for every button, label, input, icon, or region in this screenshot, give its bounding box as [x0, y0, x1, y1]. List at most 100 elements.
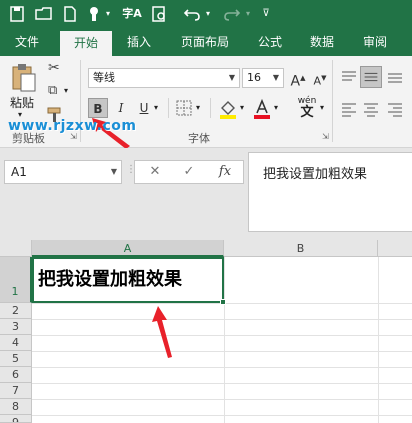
ribbon-separator: [332, 60, 333, 142]
chevron-down-icon: ▼: [272, 73, 280, 82]
fill-handle[interactable]: [220, 299, 226, 305]
font-color-icon[interactable]: [252, 98, 272, 120]
font-launcher-icon[interactable]: ⇲: [322, 132, 329, 141]
column-header-b[interactable]: B: [224, 240, 378, 257]
bold-button[interactable]: B: [88, 98, 108, 118]
column-header-a[interactable]: A: [32, 240, 224, 257]
font-group-label: 字体: [188, 132, 210, 145]
row-header-2[interactable]: 2: [0, 303, 32, 319]
undo-dropdown-icon[interactable]: ▾: [204, 4, 212, 24]
row-header-6[interactable]: 6: [0, 367, 32, 383]
gridline: [32, 319, 412, 320]
font-color-dropdown-icon[interactable]: ▾: [274, 103, 278, 112]
grow-font-button[interactable]: A▲: [288, 68, 308, 90]
cancel-icon[interactable]: ✕: [143, 161, 167, 183]
name-box-value: A1: [11, 165, 27, 179]
column-header-row: A B: [0, 240, 412, 257]
fill-color-icon[interactable]: [218, 98, 238, 120]
borders-icon[interactable]: [176, 100, 192, 116]
customize-qat-icon[interactable]: ⊽: [260, 4, 272, 24]
row-header-5[interactable]: 5: [0, 351, 32, 367]
italic-button[interactable]: I: [111, 98, 131, 118]
ribbon-separator: [168, 98, 169, 118]
spelling-icon[interactable]: 字A: [120, 4, 144, 24]
tab-formulas[interactable]: 公式: [248, 28, 292, 56]
shrink-font-label: A: [313, 74, 322, 88]
enter-icon[interactable]: ✓: [177, 161, 201, 183]
underline-dropdown-icon[interactable]: ▾: [154, 103, 158, 112]
align-left-icon[interactable]: [340, 100, 358, 118]
ribbon-home: 粘贴 ▾ ✂ ⧉ ▾ 剪贴板 ⇲ 等线 ▼ 16 ▼ A▲ A▼ B I U ▾…: [0, 56, 412, 149]
save-icon[interactable]: [8, 4, 26, 24]
select-all-corner[interactable]: [0, 240, 32, 257]
worksheet-grid[interactable]: A B 1 2 3 4 5 6 7 8 9 把我设置加粗效果: [0, 240, 412, 423]
folder-open-icon[interactable]: [34, 4, 54, 24]
gridline: [32, 367, 412, 368]
tab-page-layout[interactable]: 页面布局: [172, 28, 238, 56]
align-right-icon[interactable]: [386, 100, 404, 118]
underline-label: U: [139, 101, 149, 115]
row-header-4[interactable]: 4: [0, 335, 32, 351]
paste-icon[interactable]: [10, 62, 38, 94]
copy-icon[interactable]: ⧉: [48, 83, 57, 98]
tab-data[interactable]: 数据: [300, 28, 344, 56]
chevron-down-icon: ▼: [228, 73, 236, 82]
new-file-icon[interactable]: [62, 4, 78, 24]
gridline: [32, 399, 412, 400]
redo-icon[interactable]: [222, 4, 242, 24]
copy-dropdown-icon[interactable]: ▾: [64, 86, 68, 95]
grow-font-label: A: [290, 73, 301, 90]
font-size-select[interactable]: 16 ▼: [242, 68, 284, 88]
insert-function-icon[interactable]: fx: [213, 161, 237, 183]
top-align-icon[interactable]: [340, 68, 358, 86]
ribbon-separator: [210, 98, 211, 118]
gridline: [32, 415, 412, 416]
annotation-arrow: [152, 306, 172, 358]
tab-file[interactable]: 文件: [0, 28, 54, 56]
formula-input[interactable]: 把我设置加粗效果: [248, 152, 412, 232]
shrink-arrow-icon: ▼: [321, 74, 327, 82]
print-preview-icon[interactable]: [150, 4, 170, 24]
formula-bar: A1 ▼ ⋮ ✕ ✓ fx 把我设置加粗效果: [0, 148, 412, 240]
row-header-1[interactable]: 1: [0, 257, 32, 303]
gridline: [224, 257, 225, 423]
ribbon-tabs: 文件 开始 插入 页面布局 公式 数据 审阅: [0, 28, 412, 56]
shrink-font-button[interactable]: A▼: [310, 68, 330, 88]
borders-dropdown-icon[interactable]: ▾: [196, 103, 200, 112]
tab-home[interactable]: 开始: [60, 31, 112, 56]
gridline: [32, 383, 412, 384]
gridline: [32, 351, 412, 352]
gridline: [378, 257, 379, 423]
fill-color-dropdown-icon[interactable]: ▾: [240, 103, 244, 112]
gridline: [32, 335, 412, 336]
paste-label[interactable]: 粘贴: [10, 94, 34, 111]
tab-insert[interactable]: 插入: [114, 28, 164, 56]
bottom-align-icon[interactable]: [386, 68, 404, 86]
middle-align-icon[interactable]: [360, 66, 382, 88]
name-box[interactable]: A1 ▼: [4, 160, 122, 184]
row-header-7[interactable]: 7: [0, 383, 32, 399]
redo-dropdown-icon[interactable]: ▾: [244, 4, 252, 24]
touch-dropdown-icon[interactable]: ▾: [104, 4, 112, 24]
tab-review[interactable]: 审阅: [352, 28, 398, 56]
touch-mode-icon[interactable]: [86, 4, 104, 24]
formula-actions: ✕ ✓ fx: [134, 160, 244, 184]
align-center-icon[interactable]: [362, 100, 380, 118]
cell-a1[interactable]: 把我设置加粗效果: [32, 257, 224, 303]
bold-label: B: [93, 102, 103, 116]
undo-icon[interactable]: [182, 4, 202, 24]
font-name-value: 等线: [93, 71, 115, 84]
italic-label: I: [118, 101, 124, 115]
row-header-3[interactable]: 3: [0, 319, 32, 335]
chevron-down-icon: ▼: [110, 167, 117, 176]
quick-access-toolbar: ▾ 字A ▾ ▾ ⊽: [0, 0, 412, 28]
underline-button[interactable]: U: [134, 98, 154, 118]
phonetic-guide-button[interactable]: wén 文: [296, 96, 318, 122]
font-size-value: 16: [247, 71, 261, 84]
watermark: www.rjzxw.com: [8, 118, 137, 134]
row-header-9[interactable]: 9: [0, 415, 32, 423]
phonetic-dropdown-icon[interactable]: ▾: [320, 103, 324, 112]
row-header-8[interactable]: 8: [0, 399, 32, 415]
cut-icon[interactable]: ✂: [48, 60, 60, 76]
font-name-select[interactable]: 等线 ▼: [88, 68, 240, 88]
